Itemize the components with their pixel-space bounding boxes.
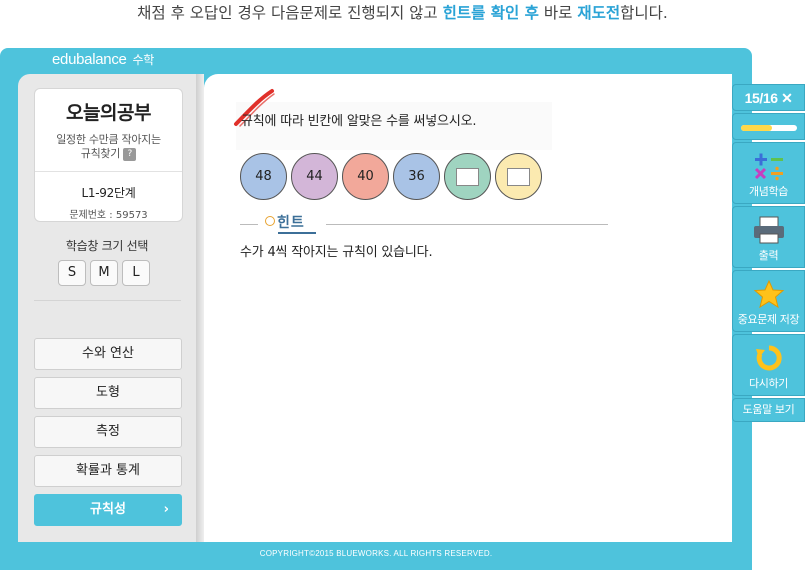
menu-item-probability-statistics[interactable]: 확률과 통계 xyxy=(34,455,182,487)
hint-rule-left xyxy=(240,224,258,225)
tool-panel: 15/16 ✕ 개념학습 출력 중요문제 저장 다시하기 도움말 보기 xyxy=(732,84,805,424)
hint-underline xyxy=(278,232,316,234)
concept-learning-button[interactable]: 개념학습 xyxy=(732,142,805,204)
sequence-circle-blank xyxy=(444,153,491,200)
tool-label: 중요문제 저장 xyxy=(737,313,800,326)
sequence-circle: 44 xyxy=(291,153,338,200)
question-text: 규칙에 따라 빈칸에 알맞은 수를 써넣으시오. xyxy=(241,114,477,129)
size-m-button[interactable]: M xyxy=(90,260,118,286)
today-desc-line1: 일정한 수만큼 작아지는 xyxy=(56,133,161,146)
today-desc-line2: 규칙찾기 xyxy=(80,147,121,160)
print-button[interactable]: 출력 xyxy=(732,206,805,268)
save-important-button[interactable]: 중요문제 저장 xyxy=(732,270,805,332)
today-description: 일정한 수만큼 작아지는 규칙찾기 ? xyxy=(35,133,182,161)
today-desc-line2-wrap: 규칙찾기 ? xyxy=(35,147,182,161)
menu-item-geometry[interactable]: 도형 xyxy=(34,377,182,409)
retry-icon xyxy=(733,341,804,375)
sidebar-edge xyxy=(196,74,204,542)
caption-text-3: 합니다. xyxy=(620,4,668,22)
today-study-card: 오늘의공부 일정한 수만큼 작아지는 규칙찾기 ? L1-92단계 문제번호 :… xyxy=(34,88,183,222)
sequence-circle-blank xyxy=(495,153,542,200)
sequence-circle: 36 xyxy=(393,153,440,200)
lightbulb-icon xyxy=(265,216,275,226)
size-l-button[interactable]: L xyxy=(122,260,150,286)
sequence-value: 40 xyxy=(357,169,374,184)
caption-text-1: 채점 후 오답인 경우 다음문제로 진행되지 않고 xyxy=(137,4,443,22)
sequence-value: 44 xyxy=(306,169,323,184)
number-sequence: 48 44 40 36 xyxy=(240,153,542,200)
sequence-circle: 40 xyxy=(342,153,389,200)
help-badge-icon[interactable]: ? xyxy=(123,147,137,161)
app-logo: edubalance 수학 xyxy=(52,51,154,68)
menu-item-patterns[interactable]: 규칙성 › xyxy=(34,494,182,526)
printer-icon xyxy=(733,213,804,247)
problem-number: 문제번호 : 59573 xyxy=(69,210,148,221)
logo-text: edubalance xyxy=(52,51,127,68)
instruction-caption: 채점 후 오답인 경우 다음문제로 진행되지 않고 힌트를 확인 후 바로 재도… xyxy=(0,0,805,24)
sequence-value: 48 xyxy=(255,169,272,184)
math-operators-icon xyxy=(733,149,804,183)
menu-label: 도형 xyxy=(96,385,120,400)
problem-counter-close[interactable]: 15/16 ✕ xyxy=(732,84,805,111)
help-button[interactable]: 도움말 보기 xyxy=(732,398,805,422)
menu-label: 수와 연산 xyxy=(82,346,134,361)
progress-fill xyxy=(741,125,772,131)
chevron-right-icon: › xyxy=(163,502,169,517)
progress-indicator xyxy=(732,113,805,140)
category-menu: 수와 연산 도형 측정 확률과 통계 규칙성 › xyxy=(34,338,182,533)
caption-highlight-hint: 힌트를 확인 후 xyxy=(442,4,539,22)
level-label: L1-92단계 xyxy=(81,186,136,200)
today-title: 오늘의공부 xyxy=(66,102,151,124)
tool-label: 다시하기 xyxy=(749,377,788,390)
sequence-circle: 48 xyxy=(240,153,287,200)
sidebar-divider xyxy=(34,300,181,301)
answer-input-box[interactable] xyxy=(456,167,479,186)
menu-label: 측정 xyxy=(96,424,120,439)
menu-label: 확률과 통계 xyxy=(76,463,140,478)
hint-rule-right xyxy=(326,224,608,225)
menu-label: 규칙성 xyxy=(90,502,126,517)
sidebar: 오늘의공부 일정한 수만큼 작아지는 규칙찾기 ? L1-92단계 문제번호 :… xyxy=(18,74,196,542)
logo-subject: 수학 xyxy=(132,53,154,67)
star-icon xyxy=(733,277,804,311)
window-size-selector: S M L xyxy=(58,260,150,286)
answer-input-box[interactable] xyxy=(507,167,530,186)
tool-label: 출력 xyxy=(758,249,779,262)
hint-title: 힌트 xyxy=(277,215,305,231)
window-size-label: 학습창 크기 선택 xyxy=(65,239,149,253)
size-s-button[interactable]: S xyxy=(58,260,86,286)
tool-label: 개념학습 xyxy=(749,185,788,198)
retry-button[interactable]: 다시하기 xyxy=(732,334,805,396)
hint-text: 수가 4씩 작아지는 규칙이 있습니다. xyxy=(240,245,433,260)
sequence-value: 36 xyxy=(408,169,425,184)
hint-heading: 힌트 xyxy=(265,212,305,232)
menu-item-measurement[interactable]: 측정 xyxy=(34,416,182,448)
menu-item-number-operations[interactable]: 수와 연산 xyxy=(34,338,182,370)
caption-text-2: 바로 xyxy=(538,4,578,22)
caption-highlight-retry: 재도전 xyxy=(577,4,621,22)
copyright-footer: COPYRIGHT©2015 BLUEWORKS. ALL RIGHTS RES… xyxy=(259,549,493,558)
card-divider xyxy=(35,171,182,172)
